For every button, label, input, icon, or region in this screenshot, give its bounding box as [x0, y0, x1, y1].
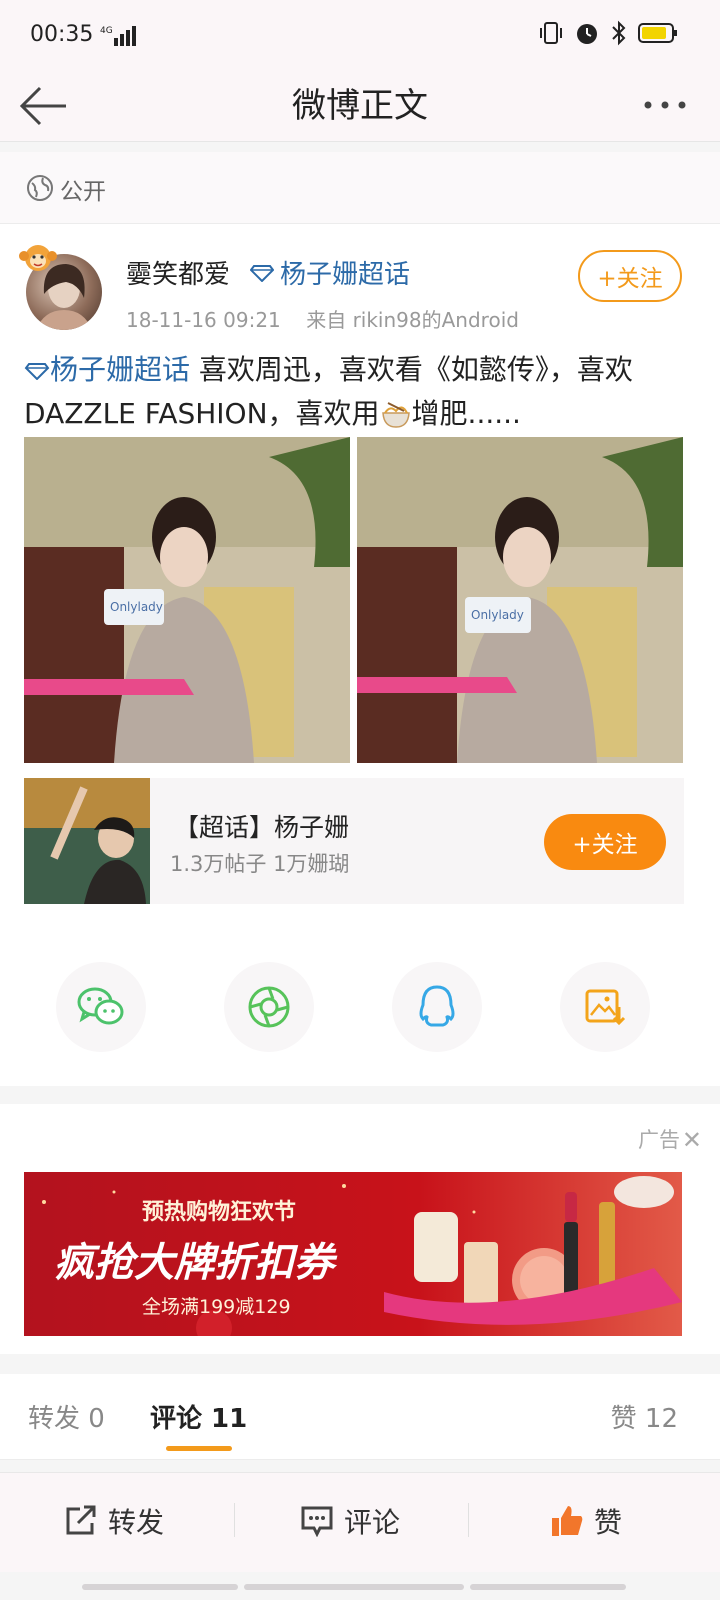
- tab-comments[interactable]: 评论 11: [150, 1398, 247, 1435]
- super-topic-thumbnail: [24, 778, 150, 904]
- alarm-icon: [574, 20, 600, 50]
- share-wechat-button[interactable]: [56, 962, 146, 1052]
- comment-icon: [301, 1506, 333, 1537]
- save-image-icon: [585, 989, 626, 1026]
- post-topic-label: 杨子姗超话: [50, 353, 191, 386]
- bluetooth-icon: [610, 20, 628, 50]
- more-dots-icon: [644, 101, 686, 109]
- post-username[interactable]: 孁笑都爱: [126, 254, 230, 291]
- bottom-action-bar: 转发 评论 赞: [0, 1472, 720, 1572]
- user-topic-tag-label: 杨子姗超话: [280, 260, 411, 290]
- battery-icon: [638, 21, 678, 49]
- save-image-button[interactable]: [560, 962, 650, 1052]
- follow-user-button[interactable]: +关注: [578, 250, 682, 302]
- image-2-caption: Onlylady: [471, 608, 524, 622]
- share-moments-button[interactable]: [224, 962, 314, 1052]
- post-timestamp: 18-11-16 09:21: [126, 308, 281, 332]
- repost-button[interactable]: 转发: [64, 1501, 164, 1541]
- post-source: 来自 rikin98的Android: [306, 308, 519, 332]
- diamond-icon: [24, 363, 50, 381]
- ad-section: 广告 ✕ 预热购物狂欢节 疯抢大牌折扣券 全场满199减129: [0, 1104, 720, 1354]
- ad-label: 广告: [638, 1128, 680, 1152]
- tab-likes[interactable]: 赞 12: [611, 1398, 678, 1435]
- post-card: 孁笑都爱 杨子姗超话 18-11-16 09:21 来自 rikin98的And…: [0, 224, 720, 1086]
- post-meta: 18-11-16 09:21 来自 rikin98的Android: [126, 304, 519, 333]
- user-topic-tag[interactable]: 杨子姗超话: [250, 254, 410, 291]
- status-bar: 00:35 4G: [0, 0, 720, 70]
- active-tab-indicator: [166, 1446, 232, 1451]
- ad-line-2: 疯抢大牌折扣券: [54, 1240, 334, 1286]
- post-topic-link[interactable]: 杨子姗超话: [24, 353, 190, 386]
- interaction-tabs: 转发 0 评论 11 赞 12: [0, 1374, 720, 1460]
- follow-topic-button[interactable]: +关注: [544, 814, 666, 870]
- ad-line-3: 全场满199减129: [142, 1296, 291, 1318]
- repost-icon: [66, 1505, 96, 1535]
- home-indicator: [244, 1584, 464, 1590]
- post-text: 杨子姗超话 喜欢周迅，喜欢看《如懿传》，喜欢DAZZLE FASHION，喜欢用…: [24, 348, 684, 436]
- network-label: 4G: [100, 26, 113, 36]
- diamond-icon: [250, 264, 274, 282]
- qq-icon: [419, 985, 455, 1027]
- moments-icon: [248, 986, 290, 1028]
- noodle-bowl-emoji-icon: [381, 402, 410, 428]
- globe-icon: [27, 175, 53, 201]
- super-topic-stats: 1.3万帖子 1万姗瑚: [170, 852, 350, 876]
- signal-icon: 4G: [100, 24, 140, 52]
- ad-line-1: 预热购物狂欢节: [142, 1200, 297, 1225]
- top-navigation-bar: 微博正文: [0, 70, 720, 142]
- super-topic-name: 【超话】杨子姗: [174, 813, 350, 842]
- wechat-icon: [77, 987, 124, 1025]
- visibility-strip: 公开: [0, 152, 720, 224]
- super-topic-card[interactable]: 【超话】杨子姗 1.3万帖子 1万姗瑚 +关注: [24, 778, 684, 904]
- home-indicator: [82, 1584, 238, 1590]
- ad-banner[interactable]: 预热购物狂欢节 疯抢大牌折扣券 全场满199减129: [24, 1172, 682, 1336]
- post-image-1[interactable]: Onlylady: [24, 437, 350, 763]
- more-options-button[interactable]: [640, 90, 690, 120]
- comment-label: 评论: [344, 1506, 401, 1539]
- post-text-part2: 增肥......: [411, 397, 521, 430]
- home-indicator: [470, 1584, 626, 1590]
- close-ad-icon[interactable]: ✕: [682, 1126, 702, 1154]
- vibrate-icon: [538, 20, 564, 50]
- like-label: 赞: [594, 1506, 623, 1539]
- like-button[interactable]: 赞: [550, 1501, 622, 1541]
- comment-button[interactable]: 评论: [300, 1501, 400, 1541]
- repost-label: 转发: [108, 1506, 165, 1539]
- monkey-badge-icon: [19, 245, 57, 271]
- post-image-2[interactable]: Onlylady: [357, 437, 683, 763]
- image-1-caption: Onlylady: [110, 600, 163, 614]
- tab-reposts[interactable]: 转发 0: [28, 1398, 105, 1435]
- thumbs-up-icon: [552, 1506, 583, 1536]
- page-title: 微博正文: [292, 86, 428, 126]
- divider: [234, 1503, 235, 1537]
- share-qq-button[interactable]: [392, 962, 482, 1052]
- status-time: 00:35: [30, 22, 94, 47]
- visibility-label: 公开: [60, 179, 106, 205]
- divider: [468, 1503, 469, 1537]
